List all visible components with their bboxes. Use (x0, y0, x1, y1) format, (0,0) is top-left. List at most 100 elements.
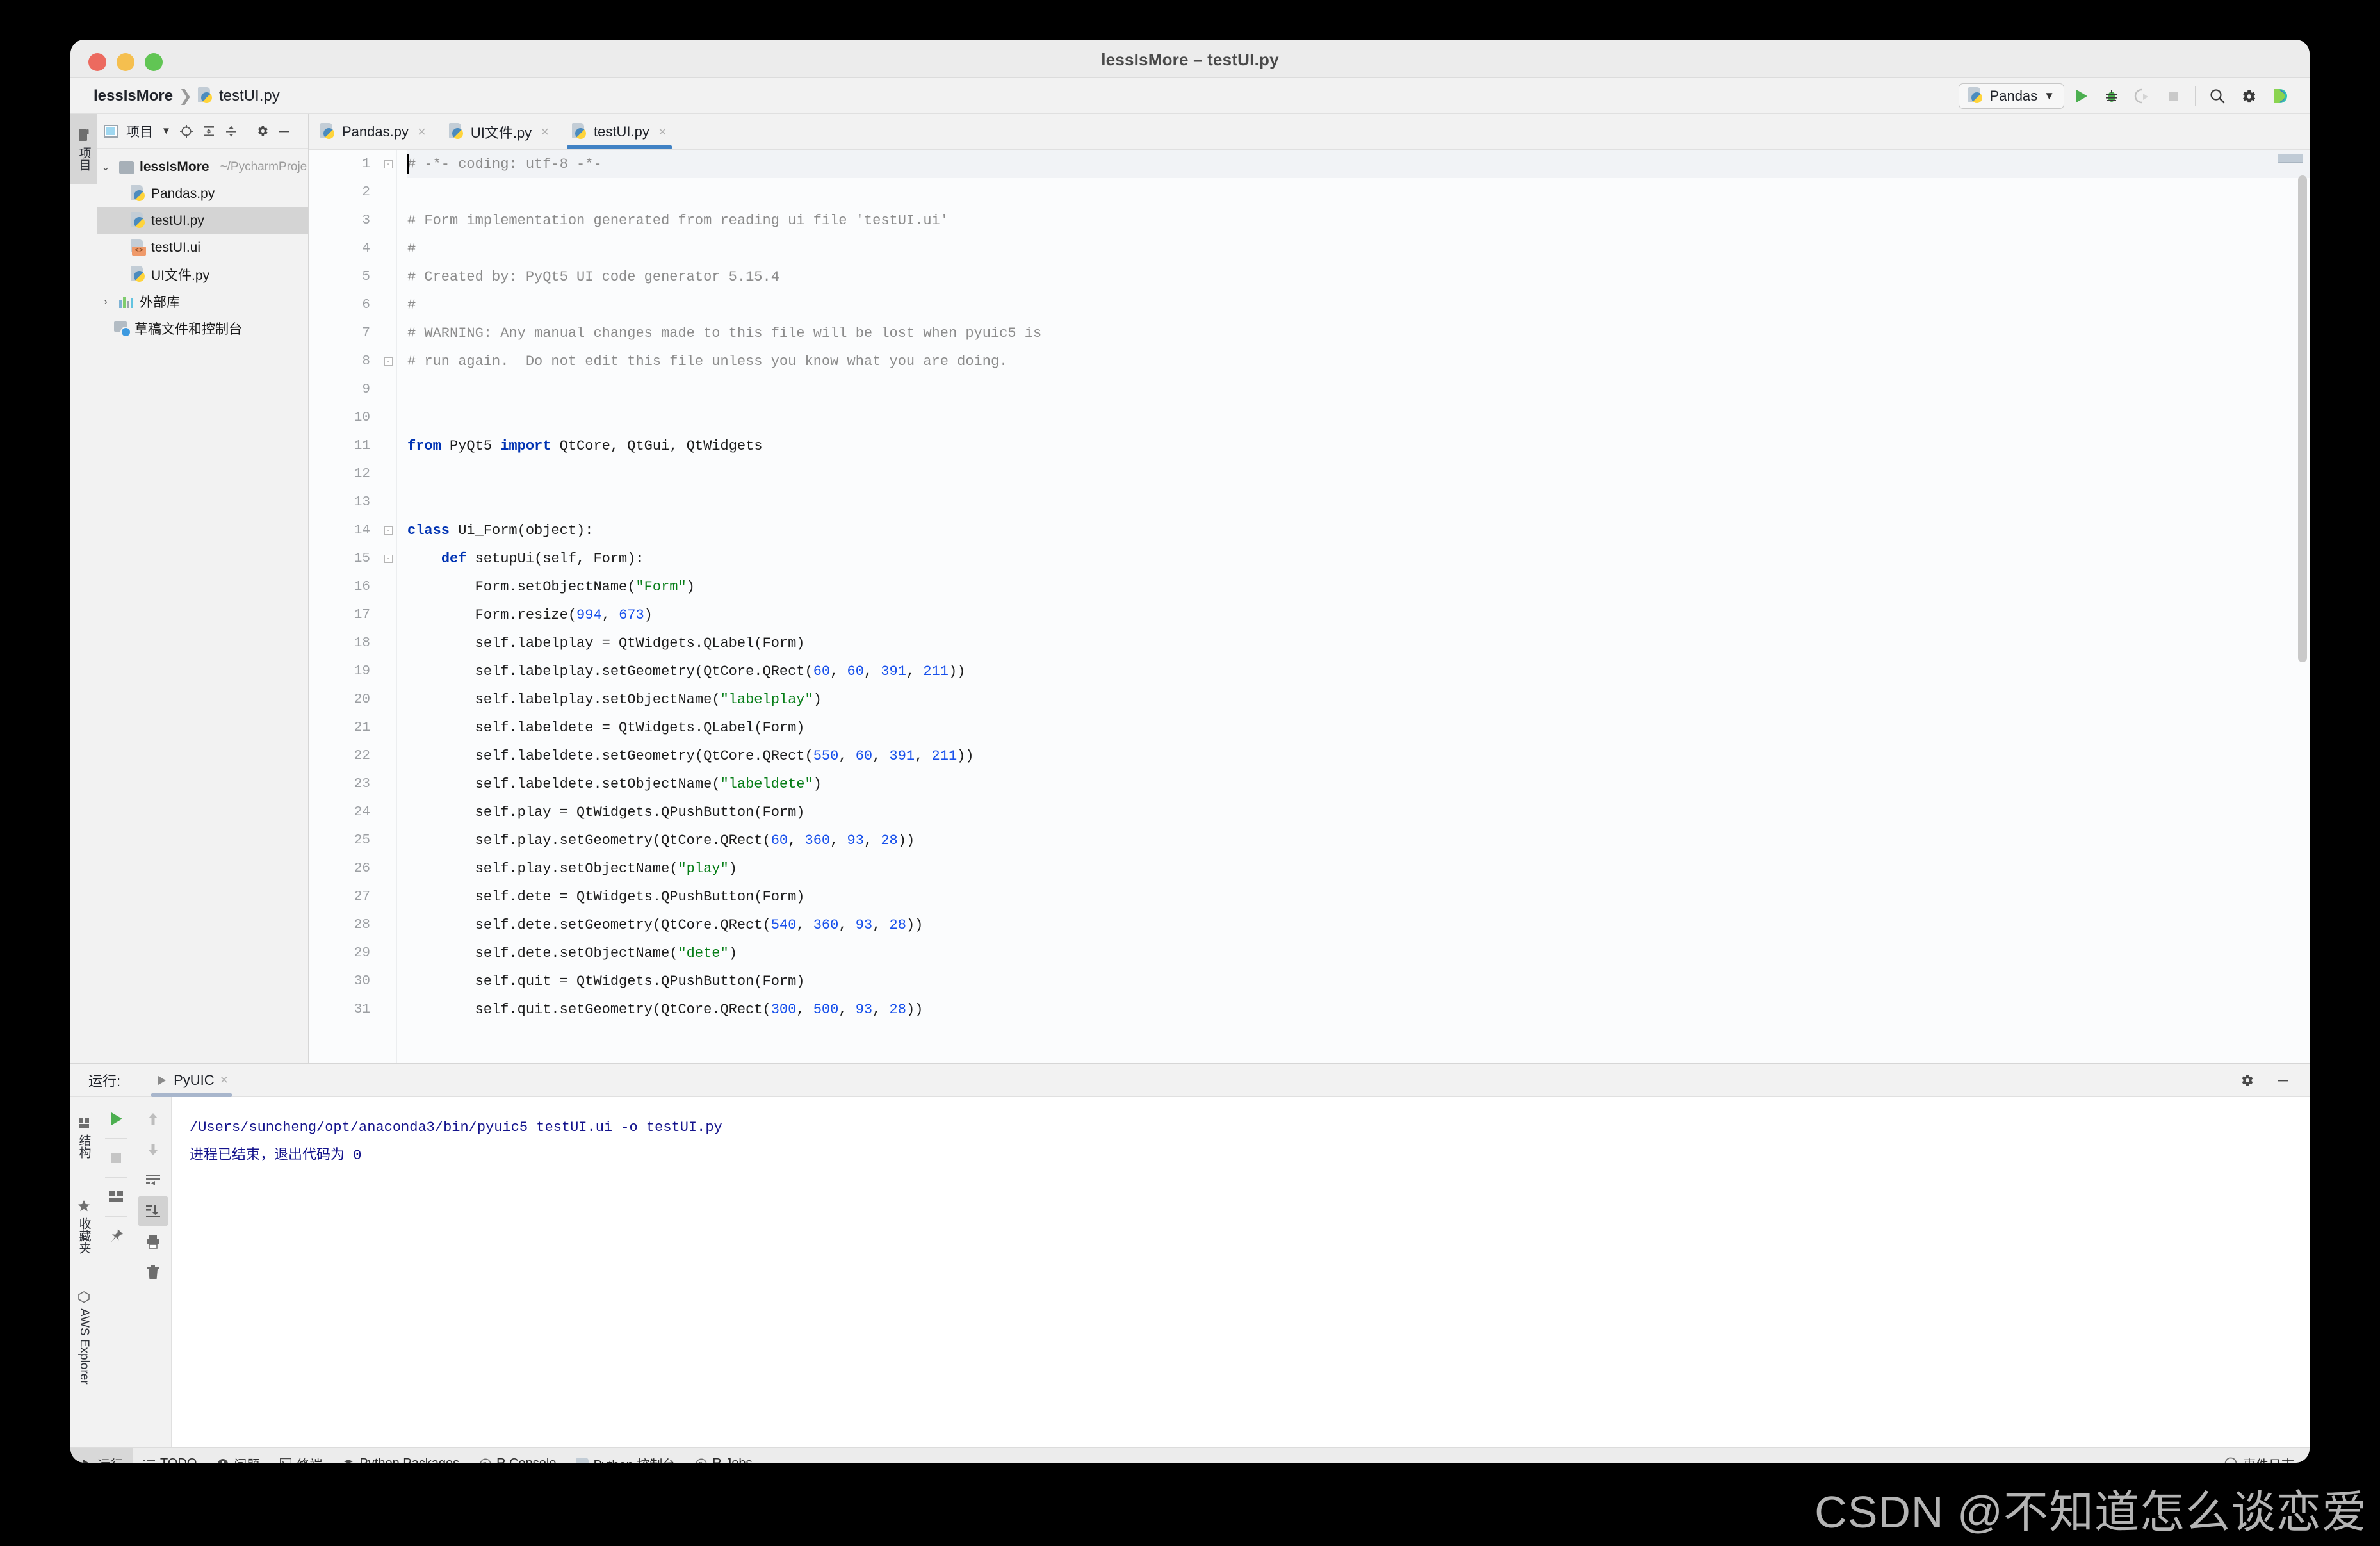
fold-marker-icon[interactable]: - (384, 160, 393, 168)
close-icon[interactable]: × (541, 124, 549, 140)
locate-target-icon[interactable] (179, 124, 193, 138)
code-line[interactable] (407, 460, 2310, 488)
soft-wrap-icon[interactable] (138, 1165, 168, 1196)
code-line[interactable]: self.dete = QtWidgets.QPushButton(Form) (407, 883, 2310, 911)
code-line[interactable]: # (407, 234, 2310, 263)
settings-gear-icon[interactable] (2239, 1073, 2254, 1088)
editor-tab-testui[interactable]: testUI.py × (560, 114, 678, 149)
settings-gear-icon[interactable] (256, 124, 269, 138)
layout-icon[interactable] (101, 1182, 131, 1212)
tree-row[interactable]: ⌄ lessIsMore ~/PycharmProje (97, 154, 308, 181)
rerun-icon[interactable] (101, 1103, 131, 1134)
run-configuration-selector[interactable]: Pandas ▼ (1958, 83, 2064, 109)
code-line[interactable]: self.labeldete = QtWidgets.QLabel(Form) (407, 713, 2310, 742)
close-icon[interactable]: × (220, 1073, 228, 1088)
collapse-all-icon[interactable] (224, 124, 238, 138)
code-line[interactable]: def setupUi(self, Form): (407, 544, 2310, 573)
code-line[interactable]: # (407, 291, 2310, 319)
chevron-down-icon[interactable]: ▼ (161, 126, 171, 136)
project-tree[interactable]: ⌄ lessIsMore ~/PycharmProje Pandas.py te… (97, 149, 308, 1063)
sidebar-item-aws-explorer[interactable]: AWS Explorer (70, 1283, 97, 1392)
code-line[interactable]: self.labeldete.setObjectName("labeldete"… (407, 770, 2310, 798)
code-line[interactable]: self.play = QtWidgets.QPushButton(Form) (407, 798, 2310, 826)
editor-tab-pandas[interactable]: Pandas.py × (309, 114, 437, 149)
bottom-tab-r-console[interactable]: R R Console (469, 1448, 566, 1463)
scroll-down-icon[interactable] (138, 1134, 168, 1165)
code-line[interactable]: self.quit.setGeometry(QtCore.QRect(300, … (407, 995, 2310, 1023)
bottom-tab-terminal[interactable]: 终端 (270, 1448, 332, 1463)
code-line[interactable]: self.play.setObjectName("play") (407, 854, 2310, 883)
code-line[interactable] (407, 488, 2310, 516)
close-icon[interactable]: × (658, 124, 667, 140)
settings-gear-icon[interactable] (2234, 83, 2262, 109)
editor-scrollbar[interactable] (2298, 175, 2307, 662)
datalore-icon[interactable] (2265, 83, 2293, 109)
tree-row[interactable]: 草稿文件和控制台 (97, 315, 308, 342)
hide-panel-icon[interactable] (2275, 1073, 2290, 1088)
search-icon[interactable] (2203, 83, 2231, 109)
tree-row[interactable]: Pandas.py (97, 181, 308, 207)
sidebar-item-favorites[interactable]: 收藏夹 (70, 1192, 97, 1262)
fold-marker-icon[interactable]: - (384, 555, 393, 563)
breadcrumb-project[interactable]: lessIsMore (94, 87, 173, 105)
event-log-button[interactable]: 事件日志 (2224, 1454, 2294, 1463)
code-line[interactable]: # run again. Do not edit this file unles… (407, 347, 2310, 375)
code-line[interactable]: self.quit = QtWidgets.QPushButton(Form) (407, 967, 2310, 995)
debug-icon[interactable] (2098, 83, 2126, 109)
code-line[interactable]: self.dete.setGeometry(QtCore.QRect(540, … (407, 911, 2310, 939)
print-icon[interactable] (138, 1226, 168, 1257)
code-line[interactable]: self.labelplay.setObjectName("labelplay"… (407, 685, 2310, 713)
code-line[interactable]: # -*- coding: utf-8 -*- (407, 150, 2310, 178)
code-folding-column[interactable]: - - - - (379, 150, 397, 1063)
scroll-up-icon[interactable] (138, 1103, 168, 1134)
bottom-tab-problems[interactable]: 问题 (207, 1448, 270, 1463)
bottom-tab-todo[interactable]: TODO (133, 1448, 207, 1463)
tree-row[interactable]: UI文件.py (97, 261, 308, 288)
tree-row[interactable]: › 外部库 (97, 288, 308, 315)
tree-row[interactable]: testUI.py (97, 207, 308, 234)
code-line[interactable]: Form.setObjectName("Form") (407, 573, 2310, 601)
run-console-output[interactable]: /Users/suncheng/opt/anaconda3/bin/pyuic5… (172, 1097, 2310, 1447)
code-editor[interactable]: 1 2 3 4 5 6 7 8 9 10 11 12 13 14 15 16 17 18 19 20 21 22 23 24 2… (309, 150, 2310, 1063)
breadcrumb-file[interactable]: testUI.py (219, 87, 280, 105)
code-line[interactable]: # Created by: PyQt5 UI code generator 5.… (407, 263, 2310, 291)
sidebar-item-project[interactable]: 项目 (70, 114, 97, 184)
code-line[interactable]: from PyQt5 import QtCore, QtGui, QtWidge… (407, 432, 2310, 460)
code-token: )) (906, 1001, 924, 1018)
tree-row[interactable]: testUI.ui (97, 234, 308, 261)
run-tab-pyuic[interactable]: PyUIC × (147, 1064, 236, 1097)
code-line[interactable] (407, 403, 2310, 432)
code-line[interactable]: self.labelplay.setGeometry(QtCore.QRect(… (407, 657, 2310, 685)
code-line[interactable] (407, 375, 2310, 403)
twisty-icon[interactable]: › (97, 295, 114, 308)
code-line[interactable] (407, 178, 2310, 206)
run-icon[interactable] (2067, 83, 2095, 109)
sidebar-item-structure[interactable]: 结构 (70, 1110, 97, 1166)
expand-all-icon[interactable] (202, 124, 216, 138)
coverage-icon[interactable] (2128, 83, 2156, 109)
bottom-tab-python-console[interactable]: Python 控制台 (566, 1448, 685, 1463)
code-line[interactable]: # WARNING: Any manual changes made to th… (407, 319, 2310, 347)
scroll-to-end-icon[interactable] (137, 1196, 168, 1226)
twisty-icon[interactable]: ⌄ (97, 161, 114, 174)
code-line[interactable]: self.labeldete.setGeometry(QtCore.QRect(… (407, 742, 2310, 770)
close-icon[interactable]: × (418, 124, 426, 140)
code-line[interactable]: self.play.setGeometry(QtCore.QRect(60, 3… (407, 826, 2310, 854)
hide-panel-icon[interactable] (277, 124, 291, 138)
code-line[interactable]: class Ui_Form(object): (407, 516, 2310, 544)
bottom-tab-run[interactable]: 运行 (70, 1447, 133, 1463)
bottom-tab-python-packages[interactable]: Python Packages (332, 1448, 469, 1463)
pin-icon[interactable] (101, 1221, 131, 1251)
bottom-tab-r-jobs[interactable]: R R Jobs (685, 1448, 762, 1463)
fold-marker-icon[interactable]: - (384, 357, 393, 366)
code-line[interactable]: # Form implementation generated from rea… (407, 206, 2310, 234)
project-view-icon[interactable] (104, 124, 118, 138)
code-line[interactable]: Form.resize(994, 673) (407, 601, 2310, 629)
code-content[interactable]: # -*- coding: utf-8 -*- # Form implement… (397, 150, 2310, 1063)
code-line[interactable]: self.dete.setObjectName("dete") (407, 939, 2310, 967)
code-line[interactable]: self.labelplay = QtWidgets.QLabel(Form) (407, 629, 2310, 657)
clear-all-icon[interactable] (138, 1257, 168, 1288)
editor-minimap-toggle[interactable] (2278, 154, 2303, 163)
fold-marker-icon[interactable]: - (384, 526, 393, 535)
editor-tab-uifile[interactable]: UI文件.py × (437, 114, 560, 149)
